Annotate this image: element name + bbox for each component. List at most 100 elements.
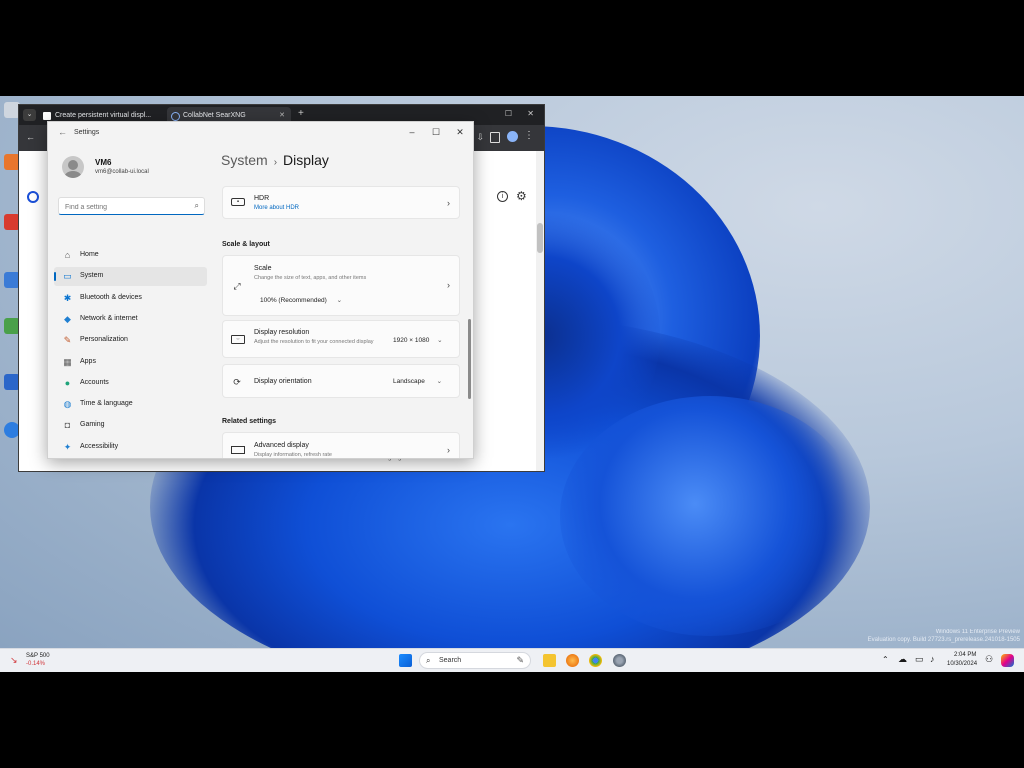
copilot-app-icon[interactable] (1001, 654, 1014, 667)
chrome-icon[interactable] (589, 654, 602, 667)
sidebar-item-bluetooth-devices[interactable]: ✱ Bluetooth & devices (54, 289, 207, 308)
stock-change: -0.14% (26, 661, 46, 667)
monitor-icon: ▭ (63, 271, 72, 282)
sidebar-item-label: Personalization (80, 336, 128, 344)
speaker-icon[interactable]: ♪ (930, 654, 935, 664)
user-email: vm6@collab-ui.local (95, 169, 149, 175)
watermark-line: Evaluation copy. Build 27723.rs_prerelea… (867, 637, 1020, 643)
scale-subtitle: Change the size of text, apps, and other… (254, 275, 367, 281)
search-icon[interactable] (27, 191, 39, 203)
sidebar-item-label: Time & language (80, 400, 133, 408)
orientation-icon: ⟳ (233, 377, 241, 387)
sidebar-item-label: Gaming (80, 421, 105, 429)
menu-icon[interactable]: ⋮ (524, 130, 534, 141)
sidebar-item-label: System (80, 272, 104, 280)
sidebar-item-time-language[interactable]: ◍ Time & language (54, 395, 207, 414)
gear-icon[interactable]: ⚙ (516, 189, 527, 203)
display-icon[interactable]: ▭ (915, 654, 924, 665)
stock-widget[interactable]: ↘ S&P 500 -0.14% (8, 651, 58, 670)
tab-favicon-icon (43, 112, 51, 120)
scrollbar-thumb[interactable] (537, 223, 543, 253)
back-arrow-icon[interactable]: ← (26, 132, 35, 142)
start-icon[interactable] (399, 654, 412, 667)
resolution-card[interactable]: ⇔ Display resolution Adjust the resoluti… (222, 320, 460, 358)
settings-sidebar: VM6 vm6@collab-ui.local ⌕ ⌂ Home ▭ System ✱ B… (48, 144, 218, 458)
search-input[interactable] (63, 200, 187, 214)
scale-dropdown[interactable]: 100% (Recommended) ⌄ (254, 293, 348, 307)
chevron-up-icon[interactable]: ⌃ (882, 655, 889, 664)
search-icon: ⌕ (426, 656, 431, 665)
back-arrow-icon[interactable]: ← (58, 127, 67, 137)
scale-icon: ⤢ (233, 281, 241, 291)
sidebar-item-system[interactable]: ▭ System (54, 267, 207, 287)
sidebar-item-accounts[interactable]: ● Accounts (54, 374, 207, 393)
download-icon[interactable]: ⇩ (476, 132, 484, 143)
accessibility-icon: ✦ (63, 441, 72, 452)
orientation-dropdown[interactable]: Landscape ⌄ (387, 374, 448, 388)
search-icon[interactable]: ⌕ (195, 201, 199, 211)
stock-name: S&P 500 (26, 653, 50, 659)
close-button[interactable]: ✕ (451, 125, 469, 139)
user-name: VM6 (95, 158, 112, 167)
sidebar-item-personalization[interactable]: ✎ Personalization (54, 331, 207, 350)
taskbar-time[interactable]: 2:04 PM (954, 652, 976, 658)
resolution-value: 1920 × 1080 (393, 337, 430, 344)
sidebar-item-apps[interactable]: ▦ Apps (54, 353, 207, 372)
maximize-button[interactable]: ☐ (427, 125, 445, 139)
scale-value: 100% (Recommended) (260, 297, 327, 304)
sidebar-item-label: Network & internet (80, 314, 138, 322)
settings-search[interactable]: ⌕ (58, 197, 205, 215)
minimize-button[interactable]: – (403, 125, 421, 139)
sidebar-item-label: Home (80, 251, 99, 258)
new-tab-button[interactable]: + (298, 108, 304, 119)
cloud-icon[interactable]: ☁ (898, 654, 907, 665)
page-scrollbar[interactable] (536, 151, 544, 471)
sidebar-item-label: Accessibility (80, 442, 119, 450)
search-favicon-icon (171, 112, 180, 121)
monitor-icon (231, 446, 245, 454)
sidebar-item-network-internet[interactable]: ◆ Network & internet (54, 310, 207, 329)
orientation-card[interactable]: ⟳ Display orientation Landscape ⌄ (222, 364, 460, 398)
sidebar-item-accessibility[interactable]: ✦ Accessibility (54, 438, 207, 457)
sidebar-item-gaming[interactable]: ◘ Gaming (54, 416, 207, 435)
scale-card[interactable]: ⤢ Scale Change the size of text, apps, a… (222, 255, 460, 316)
window-title: Settings (74, 129, 100, 136)
firefox-icon[interactable] (566, 654, 579, 667)
hdr-icon: ▪ (231, 198, 245, 206)
breadcrumb: System › Display (221, 152, 329, 168)
tab-label: CollabNet SearXNG (183, 112, 246, 119)
taskbar-search[interactable]: ⌕ Search ✎ (419, 652, 531, 669)
section-heading: Scale & layout (222, 241, 270, 248)
settings-app-icon[interactable] (613, 654, 626, 667)
bluetooth-icon: ✱ (63, 292, 72, 303)
home-icon: ⌂ (64, 250, 71, 260)
taskbar-date[interactable]: 10/30/2024 (947, 661, 977, 667)
window-close-icon[interactable]: ✕ (527, 109, 534, 118)
wallpaper-bloom (560, 396, 860, 636)
file-explorer-icon[interactable] (543, 654, 556, 667)
settings-content: System › Display ▪ HDR More about HDR › Sc… (218, 144, 473, 458)
resolution-dropdown[interactable]: 1920 × 1080 ⌄ (387, 333, 449, 347)
orientation-value: Landscape (393, 378, 425, 385)
profile-avatar-icon[interactable] (507, 131, 518, 142)
resolution-title: Display resolution (254, 329, 310, 336)
watermark-line: Windows 11 Enterprise Preview (935, 629, 1020, 635)
window-maximize-icon[interactable]: ☐ (505, 109, 512, 118)
stock-down-icon: ↘ (10, 655, 18, 665)
tab-label: Create persistent virtual displ... (55, 112, 152, 119)
advanced-display-title: Advanced display (254, 442, 309, 449)
sidebar-item-label: Bluetooth & devices (80, 293, 142, 301)
chevron-down-icon: ⌄ (336, 297, 343, 304)
hdr-card[interactable]: ▪ HDR More about HDR › (222, 186, 460, 219)
info-icon[interactable]: i (497, 191, 508, 202)
tab-search-button[interactable]: ⌄ (23, 109, 36, 121)
hdr-link[interactable]: More about HDR (254, 205, 299, 211)
breadcrumb-parent[interactable]: System (221, 152, 268, 168)
wifi-icon: ◆ (64, 313, 71, 324)
advanced-display-card[interactable]: Advanced display Display information, re… (222, 432, 460, 458)
avatar[interactable] (62, 156, 84, 178)
notification-icon[interactable]: ⚇ (985, 654, 993, 665)
sidebar-icon[interactable] (490, 132, 500, 143)
content-scrollbar[interactable] (468, 319, 471, 399)
sidebar-item-home[interactable]: ⌂ Home (54, 246, 207, 265)
